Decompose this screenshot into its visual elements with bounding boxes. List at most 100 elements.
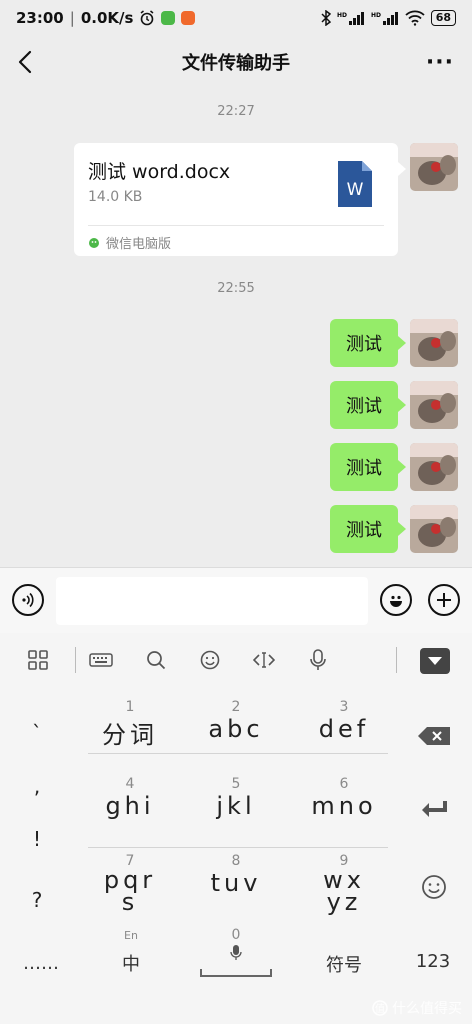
key-letters: 分词: [102, 721, 158, 749]
camera-notification-icon: [181, 11, 196, 25]
timestamp: 22:27: [217, 104, 255, 119]
card-tail: [398, 162, 406, 176]
page-title: 文件传输助手: [182, 53, 290, 74]
toolbar-divider: [75, 647, 76, 673]
key-letters: jkl: [216, 792, 256, 820]
cursor-edit-icon: [253, 652, 275, 668]
key-number: 4: [125, 776, 135, 792]
key-row-divider: [88, 847, 388, 848]
enter-icon: [422, 801, 447, 817]
key-4[interactable]: 4 ghi: [90, 776, 170, 820]
enter-key[interactable]: [418, 796, 450, 822]
grid-icon: [28, 650, 48, 670]
file-name: 测试 word.docx: [88, 161, 231, 183]
status-separator: |: [69, 9, 75, 27]
keyboard-voice-button[interactable]: [305, 647, 331, 673]
user-avatar[interactable]: [410, 381, 458, 429]
collapse-keyboard-button[interactable]: [420, 648, 450, 674]
key-letters: def: [318, 715, 370, 743]
keyboard-icon: [89, 653, 113, 667]
symbol-key[interactable]: !: [20, 827, 54, 851]
voice-input-button[interactable]: [12, 584, 44, 616]
signal-hd-icon-2: HD: [371, 12, 398, 25]
status-bar: 23:00 | 0.0K/s HD HD 68: [0, 0, 472, 36]
symbol-switch-key[interactable]: 符号: [316, 951, 372, 977]
timestamp: 22:55: [217, 281, 255, 296]
toolbar-divider: [396, 647, 397, 673]
file-message-card[interactable]: 测试 word.docx 14.0 KB W 微信电脑版: [74, 143, 398, 256]
key-2[interactable]: 2 abc: [196, 699, 276, 743]
key-7[interactable]: 7 pqrs: [90, 853, 170, 914]
microphone-icon: [310, 649, 326, 670]
symbol-key[interactable]: ?: [20, 888, 54, 912]
lang-label: 中: [122, 954, 140, 975]
number-switch-key[interactable]: 123: [410, 951, 456, 972]
text-message-bubble[interactable]: 测试: [330, 381, 406, 429]
user-avatar[interactable]: [410, 143, 458, 191]
ellipsis-key[interactable]: ……: [16, 953, 66, 974]
microphone-icon: [230, 945, 242, 960]
wifi-icon: [405, 10, 425, 26]
user-avatar[interactable]: [410, 505, 458, 553]
ime-keyboard: ` , ! ? 1 分词 2 abc 3 def 4 ghi 5 jkl 6 mno 7 pq…: [0, 633, 472, 1024]
keyboard-emoji-button[interactable]: [197, 647, 223, 673]
card-divider: [88, 225, 384, 226]
cursor-edit-button[interactable]: [251, 647, 277, 673]
status-time: 23:00: [16, 9, 64, 27]
key-number: 8: [231, 853, 241, 869]
svg-text:HD: HD: [337, 12, 347, 19]
svg-text:HD: HD: [371, 12, 381, 19]
watermark-logo-icon: 值: [372, 1000, 388, 1016]
svg-text:值: 值: [375, 1002, 385, 1015]
key-1[interactable]: 1 分词: [90, 699, 170, 750]
voice-icon: [22, 592, 34, 608]
chevron-down-icon: [428, 657, 442, 665]
space-key[interactable]: 0: [196, 927, 276, 977]
smiley-icon: [200, 650, 220, 670]
app-notification-icon: [161, 11, 176, 25]
battery-indicator: 68: [430, 10, 456, 26]
bluetooth-icon: [321, 10, 331, 26]
key-letters: mno: [311, 792, 377, 820]
user-avatar[interactable]: [410, 319, 458, 367]
key-row-divider: [88, 753, 388, 754]
key-letters: abc: [208, 715, 264, 743]
backspace-key[interactable]: [416, 723, 452, 749]
key-number: 2: [231, 699, 241, 715]
text-message-bubble[interactable]: 测试: [330, 505, 406, 553]
signal-hd-icon: HD: [337, 12, 364, 25]
backspace-icon: [418, 727, 450, 745]
smiley-icon: [390, 595, 402, 607]
word-badge-letter: W: [347, 180, 364, 200]
back-arrow-icon[interactable]: [14, 48, 38, 76]
status-net-speed: 0.0K/s: [80, 9, 134, 27]
key-9[interactable]: 9 wxyz: [304, 853, 384, 916]
watermark-text: 什么值得买: [392, 1001, 462, 1017]
user-avatar[interactable]: [410, 443, 458, 491]
more-functions-button[interactable]: [428, 584, 460, 616]
language-switch-key[interactable]: En 中: [106, 929, 156, 976]
key-6[interactable]: 6 mno: [304, 776, 384, 820]
key-8[interactable]: 8 tuv: [196, 853, 276, 897]
keyboard-menu-button[interactable]: [25, 647, 51, 673]
text-message-bubble[interactable]: 测试: [330, 443, 406, 491]
key-letters: tuv: [210, 869, 262, 897]
file-source: 微信电脑版: [88, 233, 171, 252]
symbol-key[interactable]: ,: [20, 774, 54, 798]
more-options-icon[interactable]: ···: [426, 50, 454, 75]
keyboard-emoji-key[interactable]: [420, 873, 448, 901]
smiley-icon: [422, 875, 446, 899]
plus-icon: [437, 593, 451, 607]
emoji-button[interactable]: [380, 584, 412, 616]
key-5[interactable]: 5 jkl: [196, 776, 276, 820]
symbol-key[interactable]: `: [20, 721, 54, 745]
key-letters: wxyz: [323, 866, 365, 916]
keyboard-search-button[interactable]: [143, 647, 169, 673]
message-input[interactable]: [56, 577, 368, 625]
word-document-icon: W: [338, 161, 372, 207]
text-message-bubble[interactable]: 测试: [330, 319, 406, 367]
chat-header: 文件传输助手 ···: [0, 36, 472, 88]
key-3[interactable]: 3 def: [304, 699, 384, 743]
keyboard-layout-button[interactable]: [88, 647, 114, 673]
key-number: 0: [231, 927, 241, 943]
